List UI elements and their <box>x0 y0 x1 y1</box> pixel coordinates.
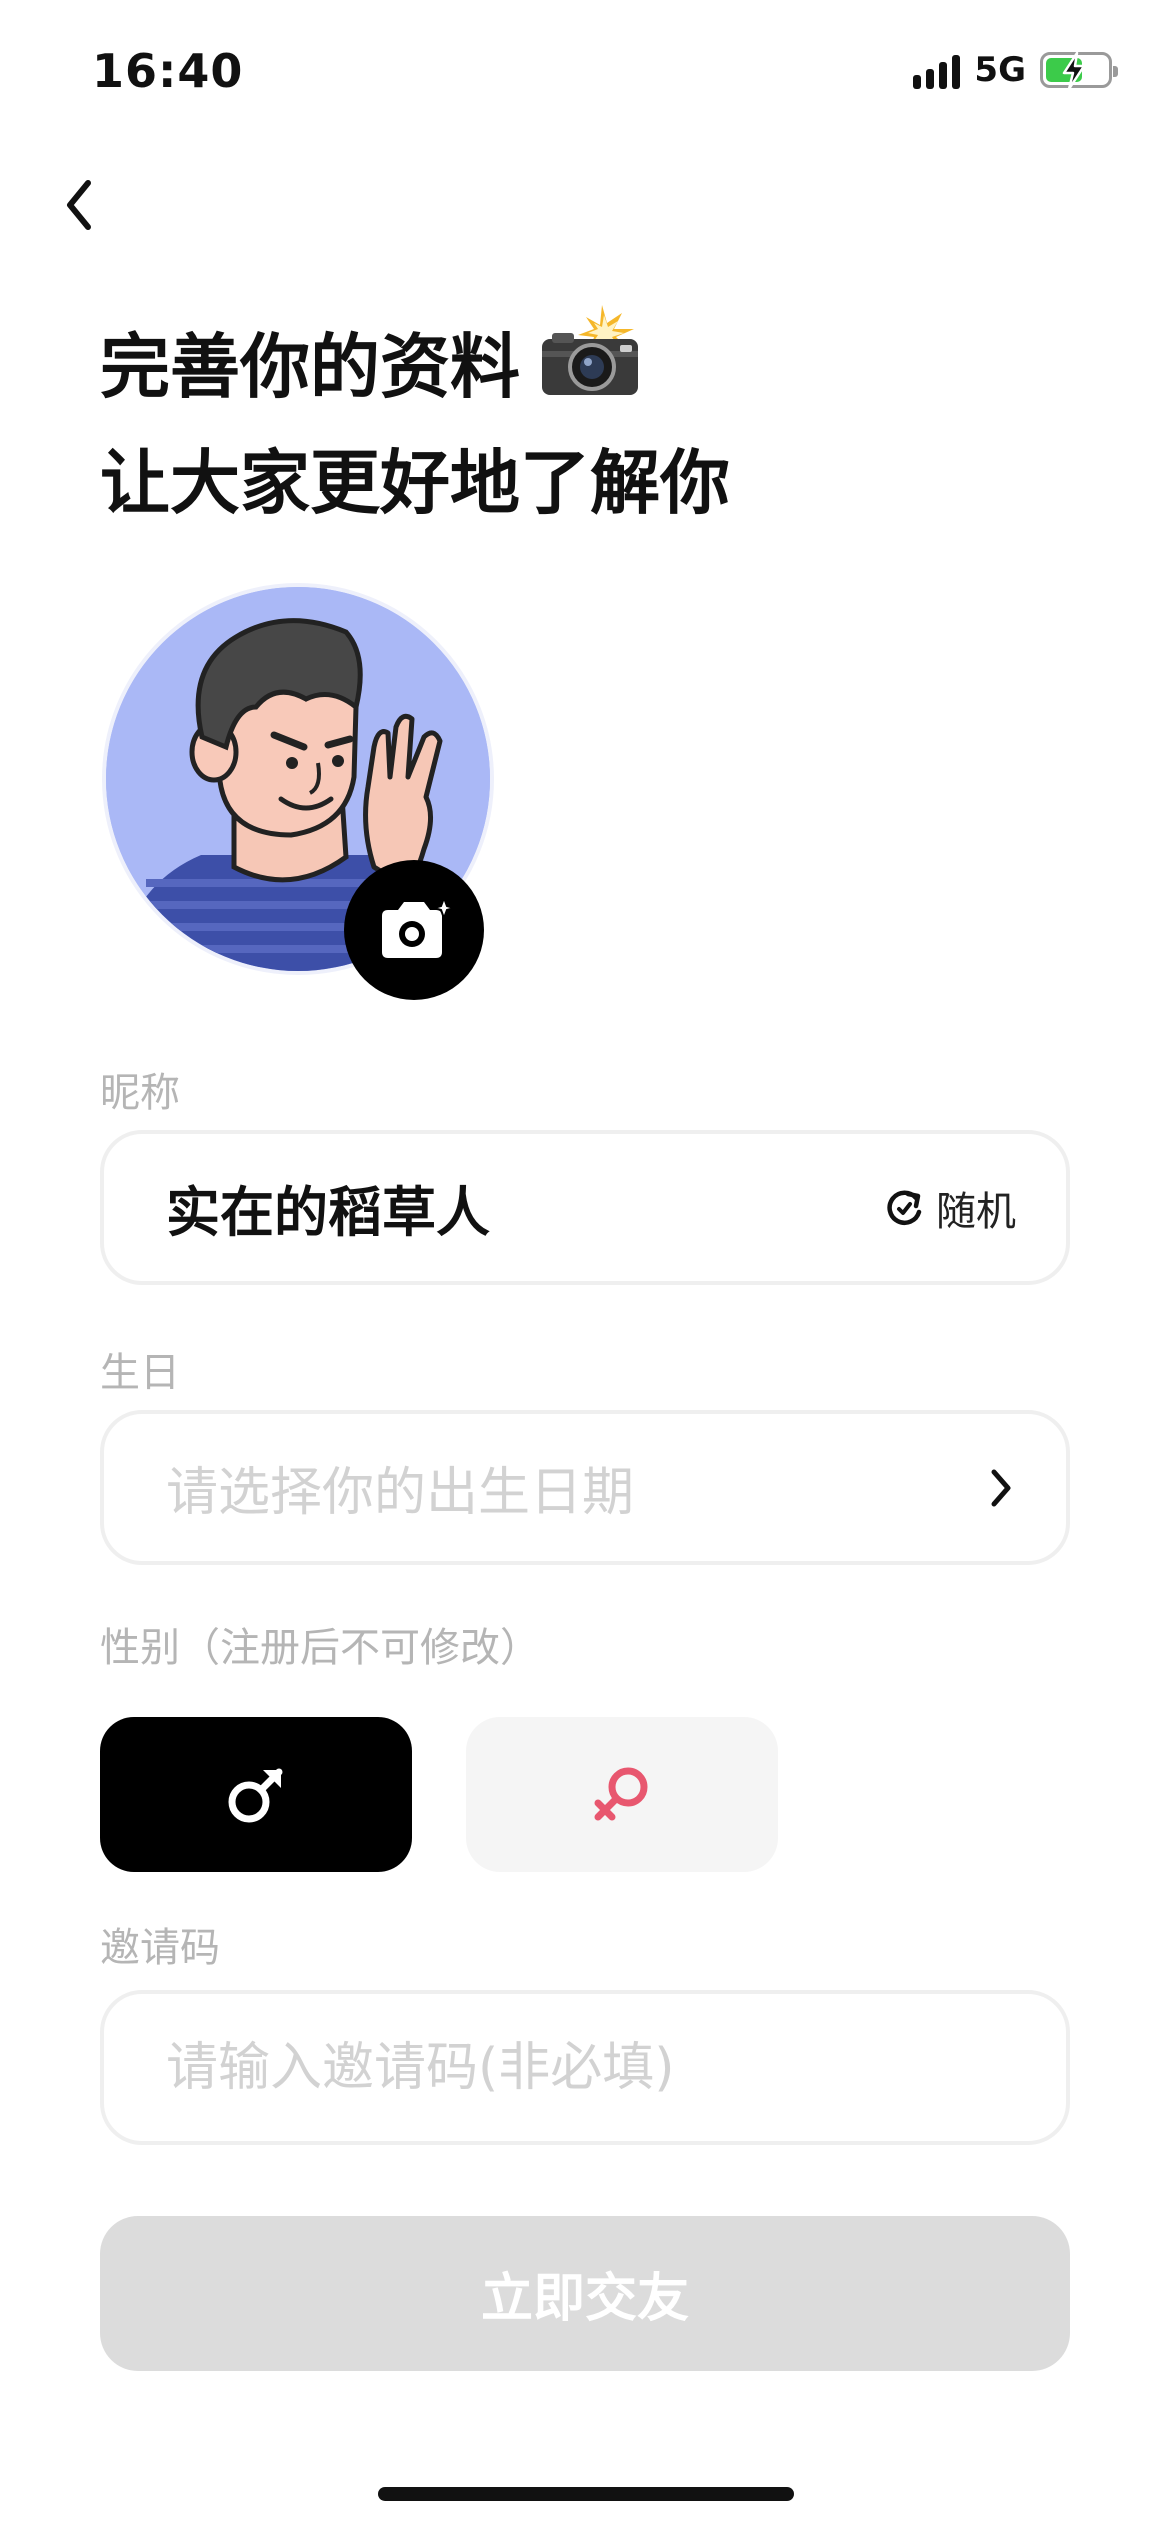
home-indicator <box>378 2487 794 2501</box>
camera-flash-emoji <box>538 305 642 428</box>
change-avatar-button[interactable] <box>344 860 484 1000</box>
gender-male-button[interactable] <box>100 1717 412 1872</box>
profile-setup-screen: 16:40 5G 完善你的资料 让大家更好地了解你 昵称 实在的稻草人 随机 生… <box>0 0 1170 2532</box>
invite-code-input[interactable] <box>166 2037 1016 2098</box>
birthday-placeholder: 请选择你的出生日期 <box>166 1463 635 1523</box>
invite-code-label: 邀请码 <box>100 1925 220 1971</box>
title-line-1: 完善你的资料 <box>100 325 520 408</box>
birthday-label: 生日 <box>100 1350 180 1396</box>
status-icons: 5G <box>913 50 1118 91</box>
page-title: 完善你的资料 让大家更好地了解你 <box>100 305 730 538</box>
camera-sparkle-icon <box>382 898 454 958</box>
birthday-picker[interactable]: 请选择你的出生日期 <box>100 1410 1070 1565</box>
signal-icon <box>913 51 961 89</box>
battery-icon <box>1040 51 1118 91</box>
gender-label: 性别（注册后不可修改） <box>100 1625 540 1671</box>
male-symbol-icon <box>228 1768 283 1822</box>
nickname-field[interactable]: 实在的稻草人 随机 <box>100 1130 1070 1285</box>
title-line-2: 让大家更好地了解你 <box>100 442 730 524</box>
submit-button[interactable]: 立即交友 <box>100 2216 1070 2371</box>
female-symbol-icon <box>594 1767 648 1820</box>
random-nickname-button[interactable]: 随机 <box>882 1179 1016 1237</box>
nickname-label: 昵称 <box>100 1070 180 1116</box>
back-chevron-icon <box>67 180 91 230</box>
back-button[interactable] <box>50 175 110 235</box>
network-label: 5G <box>974 50 1026 90</box>
gender-female-button[interactable] <box>466 1717 778 1872</box>
nickname-value[interactable]: 实在的稻草人 <box>166 1168 882 1247</box>
status-time: 16:40 <box>92 44 244 98</box>
invite-code-field[interactable] <box>100 1990 1070 2145</box>
chevron-right-icon <box>991 1469 1011 1506</box>
random-label: 随机 <box>936 1188 1016 1235</box>
refresh-icon <box>887 1190 922 1225</box>
status-bar: 16:40 5G <box>0 0 1170 150</box>
